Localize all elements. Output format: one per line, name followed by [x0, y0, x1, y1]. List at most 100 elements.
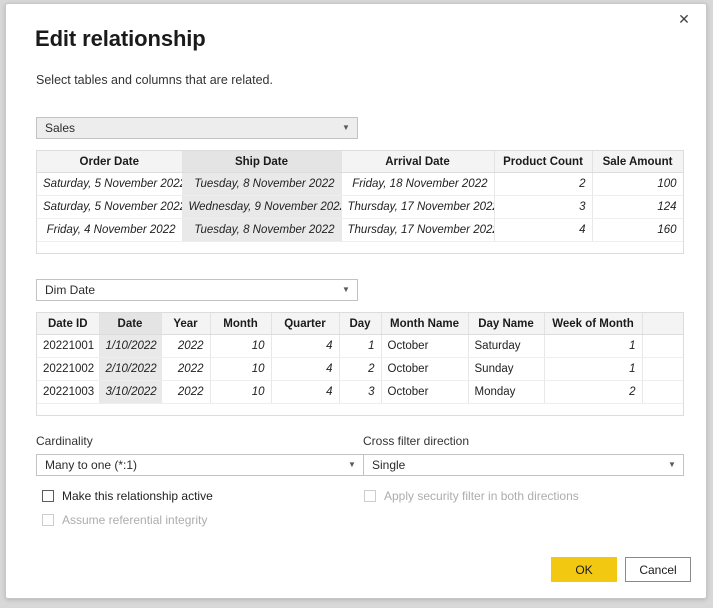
table-cell: 20221001	[37, 334, 100, 358]
grid-column-header[interactable]	[642, 313, 683, 335]
cross-filter-direction-select[interactable]: Single ▼	[363, 454, 684, 476]
table-cell	[642, 334, 683, 358]
table-cell: 10	[210, 357, 272, 381]
grid-body: 20221001 1/10/2022 2022 10 4 1 October Saturday…	[37, 334, 683, 415]
table-cell: 3	[339, 380, 382, 404]
table-cell: Saturday	[468, 334, 545, 358]
table-cell: 100	[592, 172, 683, 196]
grid-head: Date ID Date Year Month Quarter Day Month Name…	[37, 313, 683, 335]
table-cell: 1	[339, 334, 382, 358]
table-cell: Saturday, 5 November 2022	[37, 195, 183, 219]
chevron-down-icon: ▼	[342, 285, 350, 294]
grid-table: Date ID Date Year Month Quarter Day Month Name…	[37, 313, 683, 415]
table-cell: 10	[210, 380, 272, 404]
table-select-dimdate-value: Dim Date	[45, 283, 96, 297]
preview-grid-dimdate[interactable]: Date ID Date Year Month Quarter Day Month Name…	[36, 312, 684, 416]
grid-column-header[interactable]: Date	[99, 313, 162, 335]
table-cell: 2022	[161, 357, 211, 381]
preview-grid-sales[interactable]: Order Date Ship Date Arrival Date Product C…	[36, 150, 684, 254]
table-cell: 2/10/2022	[99, 357, 162, 381]
dialog-subtitle: Select tables and columns that are relat…	[36, 73, 273, 87]
table-cell: 3/10/2022	[99, 380, 162, 404]
table-row: Friday, 4 November 2022 Tuesday, 8 Novemb…	[37, 218, 683, 242]
cross-filter-direction-label: Cross filter direction	[363, 434, 470, 448]
table-cell: 2	[339, 357, 382, 381]
grid-column-header[interactable]: Day Name	[468, 313, 545, 335]
grid-column-header[interactable]: Ship Date	[182, 151, 342, 173]
grid-head: Order Date Ship Date Arrival Date Product C…	[37, 151, 683, 173]
grid-column-header[interactable]: Arrival Date	[341, 151, 495, 173]
grid-filler-cell	[37, 241, 683, 253]
table-cell	[642, 380, 683, 404]
table-cell: October	[381, 334, 469, 358]
table-cell: 10	[210, 334, 272, 358]
grid-header-row: Order Date Ship Date Arrival Date Product C…	[37, 151, 683, 173]
table-cell: 1	[544, 334, 643, 358]
grid-column-header[interactable]: Year	[161, 313, 211, 335]
table-cell: Thursday, 17 November 2022	[341, 218, 495, 242]
table-cell: Saturday, 5 November 2022	[37, 172, 183, 196]
table-row: 20221003 3/10/2022 2022 10 4 3 October Monday 2	[37, 380, 683, 404]
table-cell: 124	[592, 195, 683, 219]
table-cell: Monday	[468, 380, 545, 404]
table-cell: 20221002	[37, 357, 100, 381]
table-cell: Tuesday, 8 November 2022	[182, 172, 342, 196]
table-cell: 2	[544, 380, 643, 404]
table-cell: 20221003	[37, 380, 100, 404]
table-cell: 2022	[161, 380, 211, 404]
close-icon[interactable]: ✕	[662, 4, 706, 34]
table-select-dimdate[interactable]: Dim Date ▼	[36, 279, 358, 301]
checkbox-box	[364, 490, 376, 502]
table-cell: 160	[592, 218, 683, 242]
grid-column-header[interactable]: Order Date	[37, 151, 183, 173]
grid-column-header[interactable]: Quarter	[271, 313, 340, 335]
checkbox-box	[42, 514, 54, 526]
cardinality-label: Cardinality	[36, 434, 93, 448]
table-cell: October	[381, 380, 469, 404]
table-cell: 3	[494, 195, 593, 219]
table-cell: Friday, 18 November 2022	[341, 172, 495, 196]
make-relationship-active-checkbox[interactable]: Make this relationship active	[42, 489, 213, 503]
table-row: Saturday, 5 November 2022 Tuesday, 8 Nove…	[37, 172, 683, 196]
table-cell	[642, 357, 683, 381]
table-cell: October	[381, 357, 469, 381]
cancel-button[interactable]: Cancel	[625, 557, 691, 582]
table-cell: 1/10/2022	[99, 334, 162, 358]
grid-filler-row	[37, 241, 683, 253]
cardinality-value: Many to one (*:1)	[45, 458, 138, 472]
grid-column-header[interactable]: Week of Month	[544, 313, 643, 335]
grid-column-header[interactable]: Day	[339, 313, 382, 335]
cardinality-select[interactable]: Many to one (*:1) ▼	[36, 454, 364, 476]
table-cell: Sunday	[468, 357, 545, 381]
grid-header-row: Date ID Date Year Month Quarter Day Month Name…	[37, 313, 683, 335]
make-relationship-active-label: Make this relationship active	[62, 489, 213, 503]
grid-column-header[interactable]: Date ID	[37, 313, 100, 335]
table-row: 20221001 1/10/2022 2022 10 4 1 October Saturday…	[37, 334, 683, 358]
grid-body: Saturday, 5 November 2022 Tuesday, 8 Nove…	[37, 172, 683, 253]
table-cell: Wednesday, 9 November 2022	[182, 195, 342, 219]
chevron-down-icon: ▼	[348, 460, 356, 469]
table-cell: Thursday, 17 November 2022	[341, 195, 495, 219]
assume-referential-integrity-checkbox: Assume referential integrity	[42, 513, 207, 527]
ok-button[interactable]: OK	[551, 557, 617, 582]
cross-filter-direction-value: Single	[372, 458, 406, 472]
table-cell: 4	[271, 380, 340, 404]
grid-column-header[interactable]: Product Count	[494, 151, 593, 173]
assume-referential-integrity-label: Assume referential integrity	[62, 513, 208, 527]
table-cell: Tuesday, 8 November 2022	[182, 218, 342, 242]
grid-column-header[interactable]: Month Name	[381, 313, 469, 335]
chevron-down-icon: ▼	[342, 123, 350, 132]
table-row: 20221002 2/10/2022 2022 10 4 2 October Sunday 1	[37, 357, 683, 381]
table-cell: Friday, 4 November 2022	[37, 218, 183, 242]
table-cell: 4	[494, 218, 593, 242]
table-cell: 2	[494, 172, 593, 196]
grid-column-header[interactable]: Month	[210, 313, 272, 335]
checkbox-box	[42, 490, 54, 502]
grid-filler-cell	[37, 403, 683, 415]
table-select-sales[interactable]: Sales ▼	[36, 117, 358, 139]
table-cell: 4	[271, 334, 340, 358]
grid-column-header[interactable]: Sale Amount	[592, 151, 683, 173]
table-select-sales-value: Sales	[45, 121, 76, 135]
apply-security-filter-checkbox: Apply security filter in both directions	[364, 489, 579, 503]
table-cell: 1	[544, 357, 643, 381]
